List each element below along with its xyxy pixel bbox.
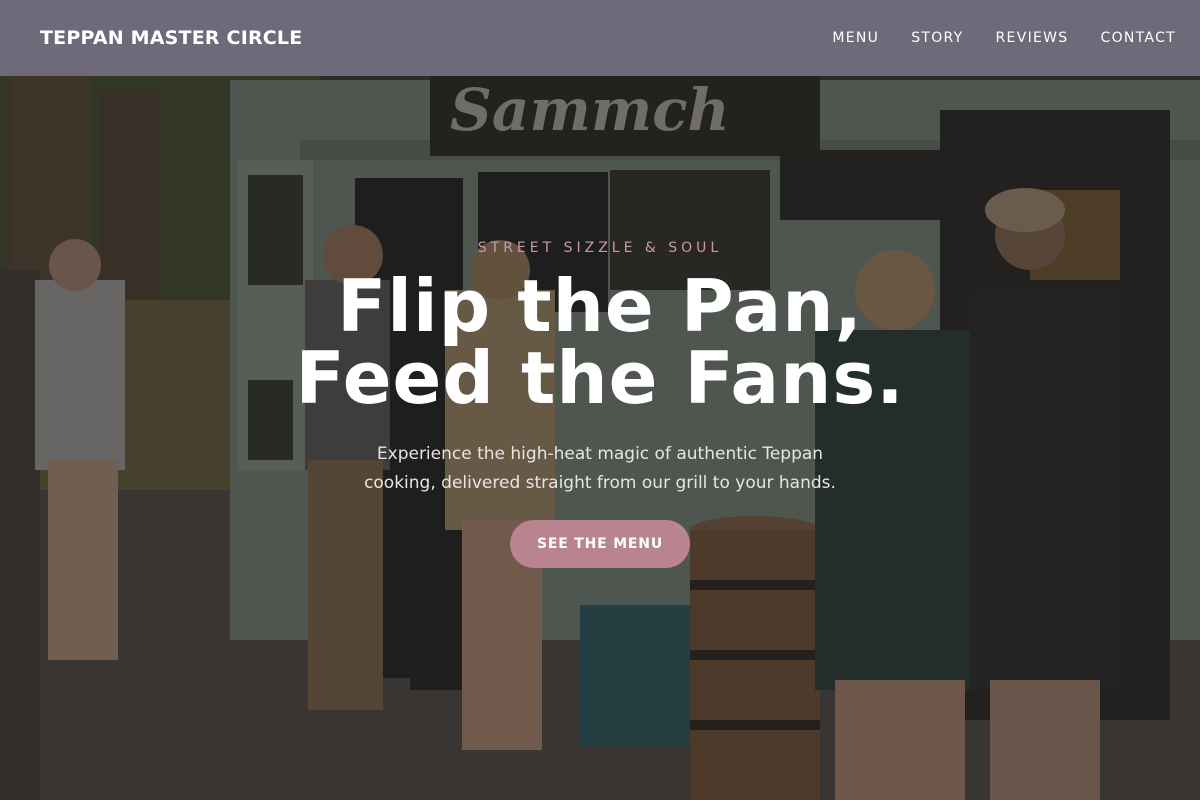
hero-eyebrow: STREET SIZZLE & SOUL bbox=[477, 240, 723, 256]
nav-link-story[interactable]: STORY bbox=[911, 30, 963, 46]
hero-content: STREET SIZZLE & SOUL Flip the Pan, Feed … bbox=[0, 240, 1200, 568]
brand-logo-text[interactable]: TEPPAN MASTER CIRCLE bbox=[40, 27, 302, 49]
nav-link-reviews[interactable]: REVIEWS bbox=[996, 30, 1069, 46]
see-the-menu-button[interactable]: SEE THE MENU bbox=[510, 520, 690, 568]
hero-headline: Flip the Pan, Feed the Fans. bbox=[0, 270, 1200, 414]
hero-subtitle: Experience the high-heat magic of authen… bbox=[364, 444, 836, 493]
hero-headline-line-2: Feed the Fans. bbox=[295, 336, 905, 420]
nav-link-contact[interactable]: CONTACT bbox=[1101, 30, 1177, 46]
nav-link-menu[interactable]: MENU bbox=[832, 30, 879, 46]
hero-headline-line-1: Flip the Pan, bbox=[337, 264, 863, 348]
top-navbar: TEPPAN MASTER CIRCLE MENU STORY REVIEWS … bbox=[0, 0, 1200, 76]
nav-links: MENU STORY REVIEWS CONTACT bbox=[832, 30, 1176, 46]
